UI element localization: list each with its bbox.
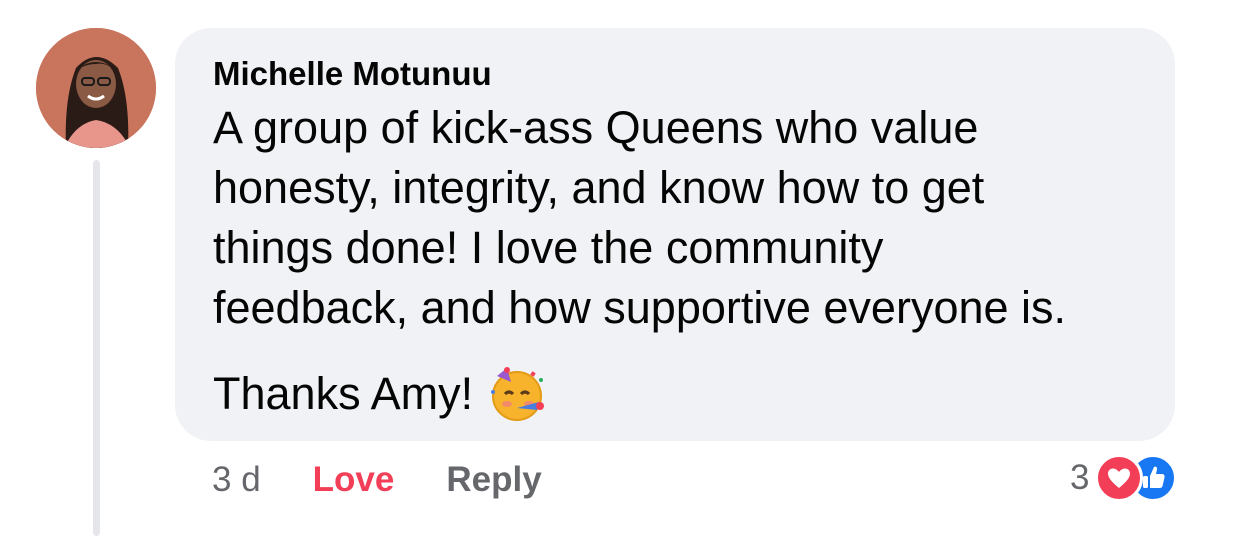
reaction-count: 3 — [1070, 458, 1090, 497]
comment-thanks-text: Thanks Amy! — [213, 368, 474, 419]
comment-text-line: honesty, integrity, and know how to get — [213, 162, 985, 213]
comment-text-line: things done! I love the community — [213, 222, 884, 273]
comment-timestamp[interactable]: 3 d — [212, 458, 261, 502]
comment-text-line: feedback, and how supportive everyone is… — [213, 282, 1067, 333]
love-button[interactable]: Love — [313, 458, 395, 502]
avatar[interactable] — [36, 28, 156, 148]
comment-text-line: A group of kick-ass Queens who value — [213, 102, 979, 153]
comment-bubble: Michelle Motunuu A group of kick-ass Que… — [175, 28, 1175, 441]
comment-text: A group of kick-ass Queens who value hon… — [213, 98, 1145, 338]
thread-line — [93, 160, 100, 536]
comment-author[interactable]: Michelle Motunuu — [213, 54, 1145, 94]
comment-actions: 3 d Love Reply — [212, 458, 542, 502]
reaction-summary[interactable]: 3 — [1070, 454, 1178, 502]
partying-face-emoji-icon — [485, 362, 549, 426]
comment-thanks: Thanks Amy! — [213, 362, 1145, 426]
love-reaction-icon — [1095, 454, 1144, 502]
reply-button[interactable]: Reply — [446, 458, 541, 502]
